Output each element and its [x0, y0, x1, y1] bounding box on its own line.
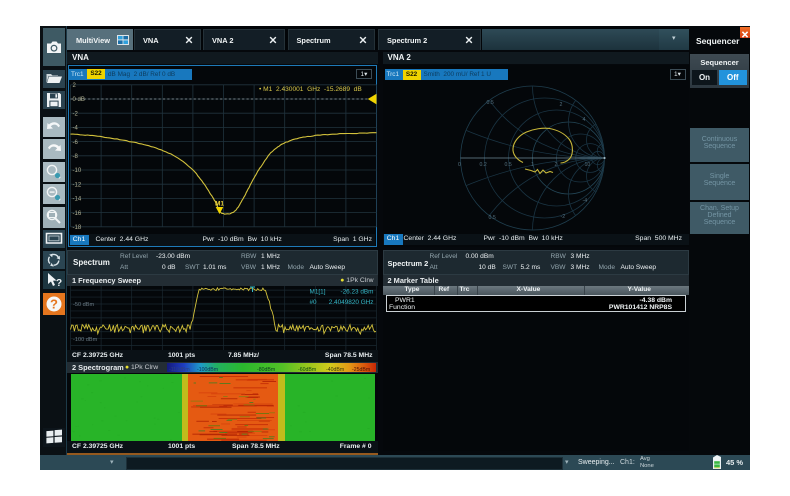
svg-text:0.2: 0.2 [479, 162, 486, 168]
svg-text:0: 0 [458, 162, 461, 168]
svg-text:2: 2 [554, 162, 557, 168]
svg-text:0.5: 0.5 [504, 162, 511, 168]
svg-text:• M1 2.430001 GHz -15.2689: • M1 2.430001 GHz -15.2689 dB [259, 86, 362, 93]
svg-text:0 dB: 0 dB [72, 97, 84, 103]
svg-text:0.5: 0.5 [488, 215, 495, 221]
svg-text:-10: -10 [72, 168, 81, 174]
svg-text:-14: -14 [72, 196, 81, 202]
svg-text:-26.23 dBm: -26.23 dBm [340, 288, 373, 295]
svg-text:-4: -4 [582, 198, 587, 204]
svg-text:-16: -16 [72, 210, 81, 216]
svg-text:2: 2 [72, 83, 76, 89]
svg-text:10: 10 [584, 162, 590, 168]
svg-text:-6: -6 [72, 139, 78, 145]
svg-text:-2: -2 [560, 214, 565, 220]
svg-text:-12: -12 [72, 182, 81, 188]
svg-text:-4: -4 [72, 125, 78, 131]
svg-text:2: 2 [559, 102, 562, 108]
svg-text:-50 dBm: -50 dBm [73, 302, 94, 308]
svg-text:1: 1 [531, 162, 534, 168]
svg-text:-2: -2 [72, 111, 78, 117]
svg-text:M1: M1 [214, 200, 223, 207]
svg-text:-18: -18 [72, 225, 81, 231]
svg-text:2.4049820 GHz: 2.4049820 GHz [328, 299, 373, 306]
svg-text:0.5: 0.5 [486, 100, 493, 106]
svg-text:#0: #0 [309, 299, 317, 306]
svg-text:?: ? [56, 278, 62, 289]
svg-text:-100 dBm: -100 dBm [73, 336, 98, 342]
svg-text:-8: -8 [72, 154, 78, 160]
svg-text:4: 4 [582, 117, 585, 123]
svg-text:M1[1]: M1[1] [309, 288, 325, 295]
svg-text:?: ? [50, 297, 58, 312]
